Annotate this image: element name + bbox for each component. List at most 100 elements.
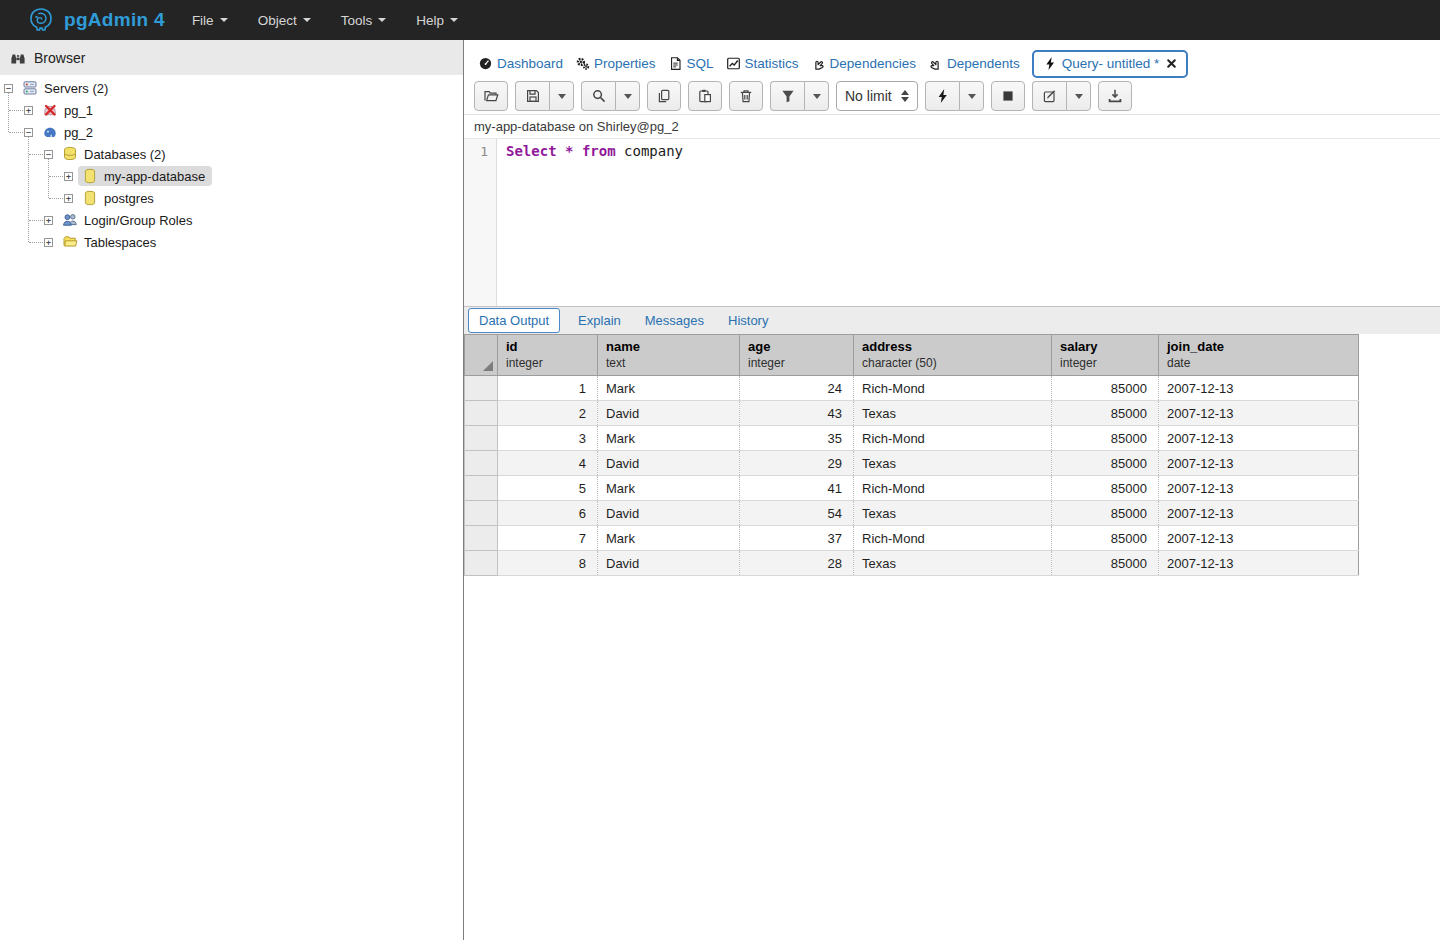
row-selector-cell[interactable] bbox=[465, 451, 498, 476]
cell[interactable]: 24 bbox=[740, 376, 854, 401]
tree-item-login-group-roles[interactable]: +Login/Group Roles bbox=[0, 209, 463, 231]
tab-query-untitled[interactable]: Query- untitled * bbox=[1032, 50, 1189, 78]
cell[interactable]: 43 bbox=[740, 401, 854, 426]
row-selector-cell[interactable] bbox=[465, 551, 498, 576]
cell[interactable]: David bbox=[598, 451, 740, 476]
expand-toggle-icon[interactable]: + bbox=[64, 172, 73, 181]
menu-help[interactable]: Help bbox=[401, 0, 473, 40]
tab-statistics[interactable]: Statistics bbox=[720, 51, 805, 78]
cell[interactable]: Mark bbox=[598, 426, 740, 451]
close-icon[interactable] bbox=[1166, 58, 1177, 69]
sql-code-line[interactable]: Select * from company bbox=[497, 139, 683, 306]
paste-button[interactable] bbox=[688, 81, 722, 111]
cell[interactable]: Texas bbox=[854, 451, 1052, 476]
tree-item-pg-2[interactable]: −pg_2 bbox=[0, 121, 463, 143]
row-selector-cell[interactable] bbox=[465, 401, 498, 426]
expand-toggle-icon[interactable]: + bbox=[44, 216, 53, 225]
output-tab-messages[interactable]: Messages bbox=[633, 308, 716, 333]
cell[interactable]: David bbox=[598, 501, 740, 526]
cell[interactable]: Texas bbox=[854, 401, 1052, 426]
stop-button[interactable] bbox=[991, 81, 1025, 111]
cell[interactable]: 85000 bbox=[1052, 376, 1159, 401]
row-selector-cell[interactable] bbox=[465, 426, 498, 451]
output-tab-history[interactable]: History bbox=[716, 308, 780, 333]
dropdown-caret-button[interactable] bbox=[804, 81, 829, 111]
edit-button[interactable] bbox=[1032, 81, 1066, 111]
cell[interactable]: 5 bbox=[498, 476, 598, 501]
cell[interactable]: Texas bbox=[854, 551, 1052, 576]
copy-button[interactable] bbox=[647, 81, 681, 111]
cell[interactable]: 2007-12-13 bbox=[1159, 426, 1359, 451]
dropdown-caret-button[interactable] bbox=[1066, 81, 1091, 111]
tree-item-postgres[interactable]: +postgres bbox=[0, 187, 463, 209]
cell[interactable]: Rich-Mond bbox=[854, 376, 1052, 401]
cell[interactable]: 2 bbox=[498, 401, 598, 426]
column-header-join-date[interactable]: join_datedate bbox=[1159, 335, 1359, 376]
column-header-age[interactable]: ageinteger bbox=[740, 335, 854, 376]
cell[interactable]: 85000 bbox=[1052, 526, 1159, 551]
cell[interactable]: 37 bbox=[740, 526, 854, 551]
cell[interactable]: 2007-12-13 bbox=[1159, 376, 1359, 401]
save-button[interactable] bbox=[515, 81, 549, 111]
output-tab-data-output[interactable]: Data Output bbox=[468, 308, 560, 333]
dropdown-caret-button[interactable] bbox=[549, 81, 574, 111]
cell[interactable]: 6 bbox=[498, 501, 598, 526]
cell[interactable]: Mark bbox=[598, 526, 740, 551]
cell[interactable]: 54 bbox=[740, 501, 854, 526]
cell[interactable]: 35 bbox=[740, 426, 854, 451]
cell[interactable]: 2007-12-13 bbox=[1159, 401, 1359, 426]
cell[interactable]: 85000 bbox=[1052, 451, 1159, 476]
cell[interactable]: 85000 bbox=[1052, 501, 1159, 526]
menu-tools[interactable]: Tools bbox=[326, 0, 402, 40]
row-selector-cell[interactable] bbox=[465, 376, 498, 401]
cell[interactable]: 85000 bbox=[1052, 401, 1159, 426]
cell[interactable]: 85000 bbox=[1052, 476, 1159, 501]
column-header-id[interactable]: idinteger bbox=[498, 335, 598, 376]
cell[interactable]: Rich-Mond bbox=[854, 426, 1052, 451]
collapse-toggle-icon[interactable]: − bbox=[44, 150, 53, 159]
sql-editor[interactable]: 1 Select * from company bbox=[464, 138, 1440, 306]
cell[interactable]: David bbox=[598, 401, 740, 426]
expand-toggle-icon[interactable]: + bbox=[24, 106, 33, 115]
tab-dashboard[interactable]: Dashboard bbox=[472, 51, 569, 78]
tree-item-pg-1[interactable]: +pg_1 bbox=[0, 99, 463, 121]
dropdown-caret-button[interactable] bbox=[959, 81, 984, 111]
cell[interactable]: 2007-12-13 bbox=[1159, 526, 1359, 551]
cell[interactable]: Texas bbox=[854, 501, 1052, 526]
filter-button[interactable] bbox=[770, 81, 804, 111]
cell[interactable]: 7 bbox=[498, 526, 598, 551]
menu-file[interactable]: File bbox=[177, 0, 243, 40]
cell[interactable]: 3 bbox=[498, 426, 598, 451]
cell[interactable]: 85000 bbox=[1052, 426, 1159, 451]
collapse-toggle-icon[interactable]: − bbox=[4, 84, 13, 93]
cell[interactable]: Mark bbox=[598, 376, 740, 401]
tree-item-databases-2[interactable]: −Databases (2) bbox=[0, 143, 463, 165]
cell[interactable]: Mark bbox=[598, 476, 740, 501]
row-limit-select[interactable]: No limit bbox=[836, 81, 918, 111]
dropdown-caret-button[interactable] bbox=[615, 81, 640, 111]
search-button[interactable] bbox=[581, 81, 615, 111]
cell[interactable]: 1 bbox=[498, 376, 598, 401]
download-button[interactable] bbox=[1098, 81, 1132, 111]
open-file-button[interactable] bbox=[474, 81, 508, 111]
cell[interactable]: Rich-Mond bbox=[854, 476, 1052, 501]
tree-item-servers-2[interactable]: −Servers (2) bbox=[0, 77, 463, 99]
tab-sql[interactable]: SQL bbox=[662, 51, 720, 78]
cell[interactable]: 2007-12-13 bbox=[1159, 451, 1359, 476]
execute-button[interactable] bbox=[925, 81, 959, 111]
tab-dependencies[interactable]: Dependencies bbox=[805, 51, 922, 78]
cell[interactable]: David bbox=[598, 551, 740, 576]
tab-dependents[interactable]: Dependents bbox=[922, 51, 1026, 78]
tab-properties[interactable]: Properties bbox=[569, 51, 662, 78]
row-selector-cell[interactable] bbox=[465, 501, 498, 526]
cell[interactable]: 41 bbox=[740, 476, 854, 501]
column-header-name[interactable]: nametext bbox=[598, 335, 740, 376]
column-header-address[interactable]: addresscharacter (50) bbox=[854, 335, 1052, 376]
row-selector-cell[interactable] bbox=[465, 526, 498, 551]
cell[interactable]: Rich-Mond bbox=[854, 526, 1052, 551]
select-all-cell[interactable] bbox=[465, 335, 498, 376]
tree-item-my-app-database[interactable]: +my-app-database bbox=[0, 165, 463, 187]
cell[interactable]: 2007-12-13 bbox=[1159, 476, 1359, 501]
cell[interactable]: 4 bbox=[498, 451, 598, 476]
expand-toggle-icon[interactable]: + bbox=[64, 194, 73, 203]
